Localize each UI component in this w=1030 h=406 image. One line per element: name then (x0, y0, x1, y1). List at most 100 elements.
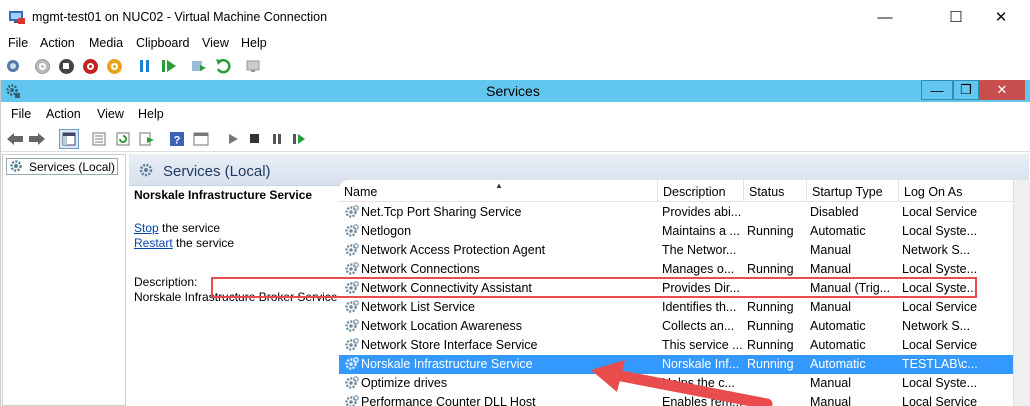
column-log-on-as[interactable]: Log On As (898, 180, 978, 202)
cell-logon: TESTLAB\c... (902, 357, 978, 371)
service-gear-icon (345, 224, 359, 237)
selected-service-name: Norskale Infrastructure Service (134, 188, 313, 202)
inner-close-button[interactable]: ✕ (979, 80, 1025, 100)
forward-icon[interactable] (27, 129, 47, 149)
turn-off-icon[interactable] (57, 57, 75, 75)
cell-logon: Local Syste... (902, 376, 978, 390)
column-startup-type[interactable]: Startup Type (806, 180, 898, 202)
vm-connection-window: mgmt-test01 on NUC02 - Virtual Machine C… (0, 0, 1030, 406)
resume-icon[interactable] (160, 57, 178, 75)
cell-desc: Manages o... (662, 262, 735, 276)
show-hide-tree-icon[interactable] (59, 129, 79, 149)
cell-startup: Automatic (810, 224, 866, 238)
cell-name: Network Location Awareness (361, 319, 522, 333)
cell-startup: Manual (810, 376, 851, 390)
table-row[interactable]: Optimize drives Helps the c... Manual Local… (339, 374, 1029, 393)
table-row-selected[interactable]: Norskale Infrastructure Service Norskale … (339, 355, 1029, 374)
vm-toolbar (0, 53, 1030, 79)
restart-service-icon[interactable] (289, 129, 309, 149)
service-gear-icon (345, 281, 359, 294)
back-icon[interactable] (5, 129, 25, 149)
table-row[interactable]: Network Location Awareness Collects an...… (339, 317, 1029, 336)
table-row[interactable]: Netlogon Maintains a ... Running Automatic L… (339, 222, 1029, 241)
properties-icon[interactable] (89, 129, 109, 149)
inner-minimize-button[interactable]: — (921, 80, 953, 100)
export-list-icon[interactable] (137, 129, 157, 149)
table-row[interactable]: Network Connectivity Assistant Provides D… (339, 279, 1029, 298)
stop-service-link[interactable]: Stop (134, 221, 159, 235)
table-row[interactable]: Network Access Protection Agent The Netwo… (339, 241, 1029, 260)
table-row[interactable]: Network Connections Manages o... Running Ma… (339, 260, 1029, 279)
vm-menu-media[interactable]: Media (89, 36, 123, 50)
cell-desc: Provides abi... (662, 205, 742, 219)
cell-name: Optimize drives (361, 376, 448, 390)
enhanced-session-icon[interactable] (244, 57, 262, 75)
services-menu-bar: File Action View Help (1, 104, 1030, 124)
cell-startup: Manual (810, 395, 851, 406)
close-button[interactable]: ✕ (978, 0, 1024, 34)
cell-startup: Automatic (810, 357, 866, 371)
cell-name: Performance Counter DLL Host (361, 395, 536, 406)
pause-icon[interactable] (136, 57, 154, 75)
restart-service-link[interactable]: Restart (134, 236, 173, 250)
table-row[interactable]: Net.Tcp Port Sharing Service Provides abi… (339, 203, 1029, 222)
cell-startup: Disabled (810, 205, 859, 219)
cell-name: Net.Tcp Port Sharing Service (361, 205, 522, 219)
services-window: Services — ❐ ✕ File Action View Help ? S… (0, 80, 1030, 406)
cell-logon: Network S... (902, 319, 971, 333)
cell-desc: Maintains a ... (662, 224, 740, 238)
ctrl-alt-del-icon[interactable] (4, 57, 22, 75)
vertical-scrollbar[interactable] (1013, 180, 1030, 406)
maximize-button[interactable]: ☐ (933, 0, 979, 34)
cell-startup: Manual (810, 262, 851, 276)
vm-menu-clipboard[interactable]: Clipboard (136, 36, 190, 50)
description-text: Norskale Infrastructure Broker Service (134, 290, 338, 304)
vm-menu-file[interactable]: File (8, 36, 28, 50)
start-service-icon[interactable] (223, 129, 243, 149)
table-row[interactable]: Network Store Interface Service This serv… (339, 336, 1029, 355)
cell-startup: Automatic (810, 319, 866, 333)
restart-service-line: Restart the service (134, 236, 234, 250)
menu-view[interactable]: View (97, 107, 124, 121)
vm-menu-view[interactable]: View (202, 36, 229, 50)
cell-desc: Collects an... (662, 319, 735, 333)
pause-service-icon[interactable] (267, 129, 287, 149)
column-name[interactable]: Name ▲ (339, 180, 657, 202)
menu-help[interactable]: Help (138, 107, 164, 121)
stop-service-icon[interactable] (245, 129, 265, 149)
window-title: mgmt-test01 on NUC02 - Virtual Machine C… (32, 10, 328, 24)
menu-action[interactable]: Action (46, 107, 81, 121)
help-icon[interactable]: ? (167, 129, 187, 149)
column-description[interactable]: Description (657, 180, 743, 202)
cell-startup: Manual (810, 243, 851, 257)
minimize-button[interactable]: — (862, 0, 908, 34)
cell-desc: Norskale Inf... (662, 357, 740, 371)
table-row[interactable]: Network List Service Identifies th... Runn… (339, 298, 1029, 317)
window-title-bar: mgmt-test01 on NUC02 - Virtual Machine C… (0, 0, 1030, 34)
service-gear-icon (345, 338, 359, 351)
inner-restore-button[interactable]: ❐ (953, 80, 979, 100)
cell-status: Running (747, 300, 794, 314)
cell-name: Network Access Protection Agent (361, 243, 546, 257)
cell-logon: Network S... (902, 243, 971, 257)
column-status[interactable]: Status (743, 180, 806, 202)
cell-logon: Local Service (902, 300, 978, 314)
refresh-icon[interactable] (113, 129, 133, 149)
cell-name: Network List Service (361, 300, 475, 314)
revert-icon[interactable] (214, 57, 232, 75)
table-row[interactable]: Performance Counter DLL Host Enables rem.… (339, 393, 1029, 406)
vm-menu-help[interactable]: Help (241, 36, 267, 50)
cell-status: Running (747, 357, 794, 371)
checkpoint-icon[interactable] (190, 57, 208, 75)
cell-name: Network Store Interface Service (361, 338, 538, 352)
menu-file[interactable]: File (11, 107, 31, 121)
start-icon[interactable] (33, 57, 51, 75)
service-gear-icon (345, 395, 359, 406)
cell-name: Network Connectivity Assistant (361, 281, 532, 295)
save-state-icon[interactable] (105, 57, 123, 75)
tree-item-services-local[interactable]: Services (Local) (6, 158, 119, 175)
shut-down-icon[interactable] (81, 57, 99, 75)
console-icon[interactable] (191, 129, 211, 149)
cell-desc: Enables rem... (662, 395, 742, 406)
vm-menu-action[interactable]: Action (40, 36, 75, 50)
